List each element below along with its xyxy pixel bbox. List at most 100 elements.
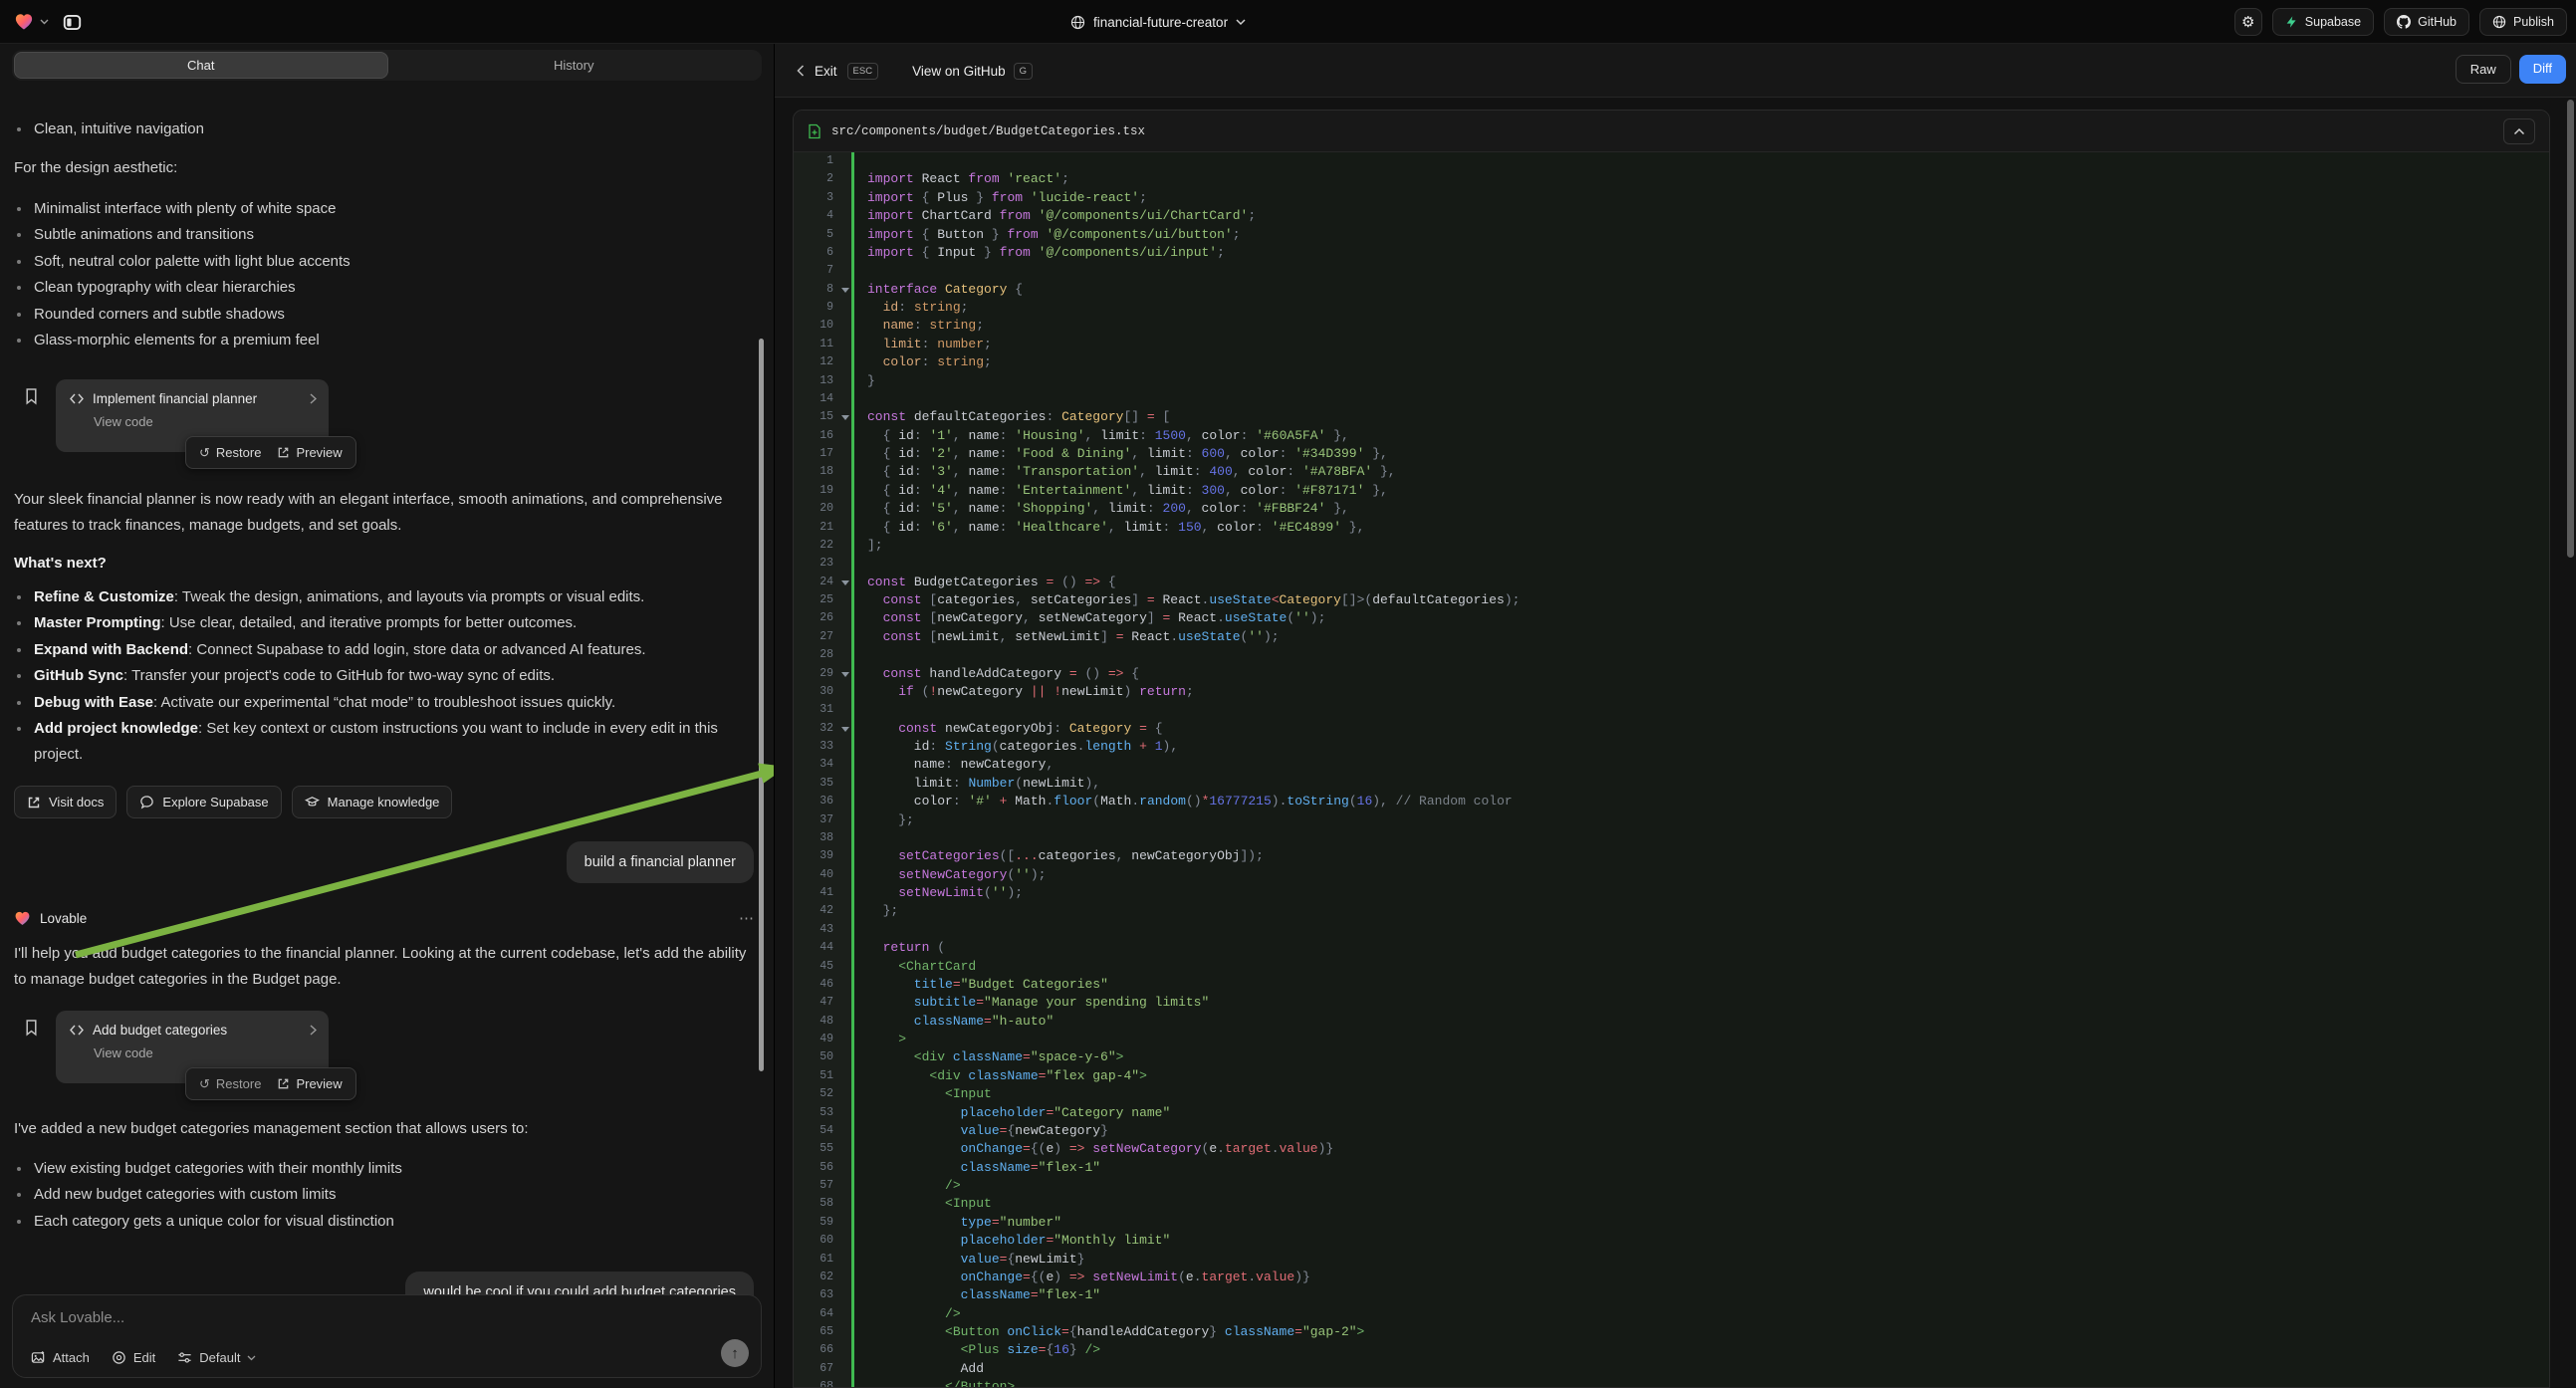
view-code-link[interactable]: View code — [94, 414, 317, 429]
code-line: 32 const newCategoryObj: Category = { — [794, 720, 2549, 738]
user-message-bubble: build a financial planner — [567, 841, 754, 883]
assistant-header: Lovable ⋯ — [14, 909, 756, 927]
code-line: 13} — [794, 372, 2549, 390]
external-link-icon — [27, 796, 41, 810]
view-on-github-button[interactable]: View on GitHub G — [912, 63, 1033, 80]
collapse-file-button[interactable] — [2503, 118, 2535, 144]
scrollback-bullet-list: Clean, intuitive navigation — [0, 116, 746, 142]
chevron-down-icon — [247, 1355, 256, 1361]
list-item: Expand with Backend: Connect Supabase to… — [0, 637, 749, 663]
sliders-icon — [177, 1350, 192, 1365]
code-line: 10 name: string; — [794, 317, 2549, 335]
fold-caret-icon[interactable] — [841, 727, 849, 732]
supabase-button[interactable]: Supabase — [2272, 8, 2374, 36]
list-item: Refine & Customize: Tweak the design, an… — [0, 584, 749, 610]
attach-button[interactable]: Attach — [31, 1350, 90, 1365]
preview-button[interactable]: Preview — [277, 445, 342, 460]
settings-button[interactable]: ⚙ — [2234, 8, 2262, 36]
ready-paragraph: Your sleek financial planner is now read… — [14, 487, 751, 539]
preview-button[interactable]: Preview — [277, 1076, 342, 1091]
topbar-actions: ⚙ Supabase GitHub Publish — [2234, 8, 2567, 36]
code-line: 42 }; — [794, 902, 2549, 920]
code-line: 49 > — [794, 1031, 2549, 1048]
lovable-logo-icon[interactable] — [14, 12, 34, 32]
code-line: 60 placeholder="Monthly limit" — [794, 1232, 2549, 1250]
version-hover-toolbar: ↺ Restore Preview — [185, 436, 356, 469]
project-globe-icon — [1070, 15, 1085, 30]
manage-knowledge-button[interactable]: Manage knowledge — [292, 786, 453, 818]
message-menu-button[interactable]: ⋯ — [739, 909, 756, 927]
code-line: 27 const [newLimit, setNewLimit] = React… — [794, 628, 2549, 646]
code-panel-header: Exit ESC View on GitHub G Raw Diff — [775, 44, 2576, 98]
lovable-heart-icon — [14, 910, 31, 927]
code-line: 58 <Input — [794, 1195, 2549, 1213]
diff-toggle-button[interactable]: Diff — [2519, 55, 2566, 84]
publish-button[interactable]: Publish — [2479, 8, 2567, 36]
code-line: 25 const [categories, setCategories] = R… — [794, 591, 2549, 609]
whats-next-bullet-list: Refine & Customize: Tweak the design, an… — [0, 584, 749, 769]
fold-caret-icon[interactable] — [841, 288, 849, 293]
code-line: 40 setNewCategory(''); — [794, 866, 2549, 884]
project-switcher[interactable]: financial-future-creator — [1070, 0, 1246, 44]
external-link-icon — [277, 1077, 290, 1090]
code-line: 6import { Input } from '@/components/ui/… — [794, 244, 2549, 262]
list-item: Minimalist interface with plenty of whit… — [0, 196, 746, 222]
code-line: 54 value={newCategory} — [794, 1122, 2549, 1140]
added-paragraph: I've added a new budget categories manag… — [14, 1116, 760, 1142]
code-line: 3import { Plus } from 'lucide-react'; — [794, 189, 2549, 207]
chevron-left-icon[interactable] — [797, 65, 805, 77]
file-path: src/components/budget/BudgetCategories.t… — [831, 124, 2493, 138]
code-line: 39 setCategories([...categories, newCate… — [794, 847, 2549, 865]
external-link-icon — [277, 446, 290, 459]
visit-docs-button[interactable]: Visit docs — [14, 786, 117, 818]
github-octocat-icon — [2397, 15, 2411, 29]
fold-caret-icon[interactable] — [841, 672, 849, 677]
fold-caret-icon[interactable] — [841, 415, 849, 420]
restore-button[interactable]: ↺ Restore — [199, 445, 261, 461]
toggle-sidebar-icon[interactable] — [63, 13, 82, 32]
assistant-name: Lovable — [40, 911, 730, 926]
edit-button[interactable]: Edit — [112, 1350, 155, 1365]
code-line: 45 <ChartCard — [794, 958, 2549, 976]
raw-toggle-button[interactable]: Raw — [2456, 55, 2511, 84]
code-line: 5import { Button } from '@/components/ui… — [794, 226, 2549, 244]
code-line: 37 }; — [794, 811, 2549, 829]
code-line: 11 limit: number; — [794, 336, 2549, 353]
whats-next-heading: What's next? — [14, 551, 107, 577]
chat-history-tabs: Chat History — [12, 50, 762, 81]
logo-chevron-down-icon[interactable] — [40, 19, 49, 25]
chevron-right-icon[interactable] — [310, 393, 317, 404]
chat-scroll-area: Clean, intuitive navigation For the desi… — [0, 81, 774, 1324]
code-line: 7 — [794, 262, 2549, 280]
code-line: 17 { id: '2', name: 'Food & Dining', lim… — [794, 445, 2549, 463]
code-line: 30 if (!newCategory || !newLimit) return… — [794, 683, 2549, 701]
restore-button[interactable]: ↺ Restore — [199, 1076, 261, 1092]
code-line: 63 className="flex-1" — [794, 1286, 2549, 1304]
bookmark-icon[interactable] — [24, 387, 39, 405]
explore-supabase-button[interactable]: Explore Supabase — [126, 786, 281, 818]
bookmark-icon[interactable] — [24, 1019, 39, 1037]
code-line: 34 name: newCategory, — [794, 756, 2549, 774]
github-button[interactable]: GitHub — [2384, 8, 2469, 36]
chat-input[interactable] — [31, 1309, 628, 1326]
tab-history[interactable]: History — [388, 52, 761, 79]
gear-icon: ⚙ — [2241, 13, 2254, 31]
file-header: src/components/budget/BudgetCategories.t… — [794, 111, 2549, 152]
code-line: 38 — [794, 829, 2549, 847]
code-lines[interactable]: 12import React from 'react';3import { Pl… — [794, 152, 2549, 1387]
code-brackets-icon — [70, 1025, 84, 1036]
code-line: 66 <Plus size={16} /> — [794, 1341, 2549, 1359]
code-line: 51 <div className="flex gap-4"> — [794, 1067, 2549, 1085]
code-panel-scrollbar[interactable] — [2567, 100, 2574, 558]
chat-scrollbar[interactable] — [759, 339, 764, 1071]
model-selector[interactable]: Default — [177, 1350, 256, 1365]
send-button[interactable]: ↑ — [721, 1339, 749, 1367]
view-code-link[interactable]: View code — [94, 1045, 317, 1060]
fold-caret-icon[interactable] — [841, 580, 849, 585]
code-line: 16 { id: '1', name: 'Housing', limit: 15… — [794, 427, 2549, 445]
code-brackets-icon — [70, 393, 84, 404]
chevron-right-icon[interactable] — [310, 1025, 317, 1036]
code-line: 12 color: string; — [794, 353, 2549, 371]
exit-button[interactable]: Exit — [815, 64, 837, 79]
tab-chat[interactable]: Chat — [14, 52, 388, 79]
